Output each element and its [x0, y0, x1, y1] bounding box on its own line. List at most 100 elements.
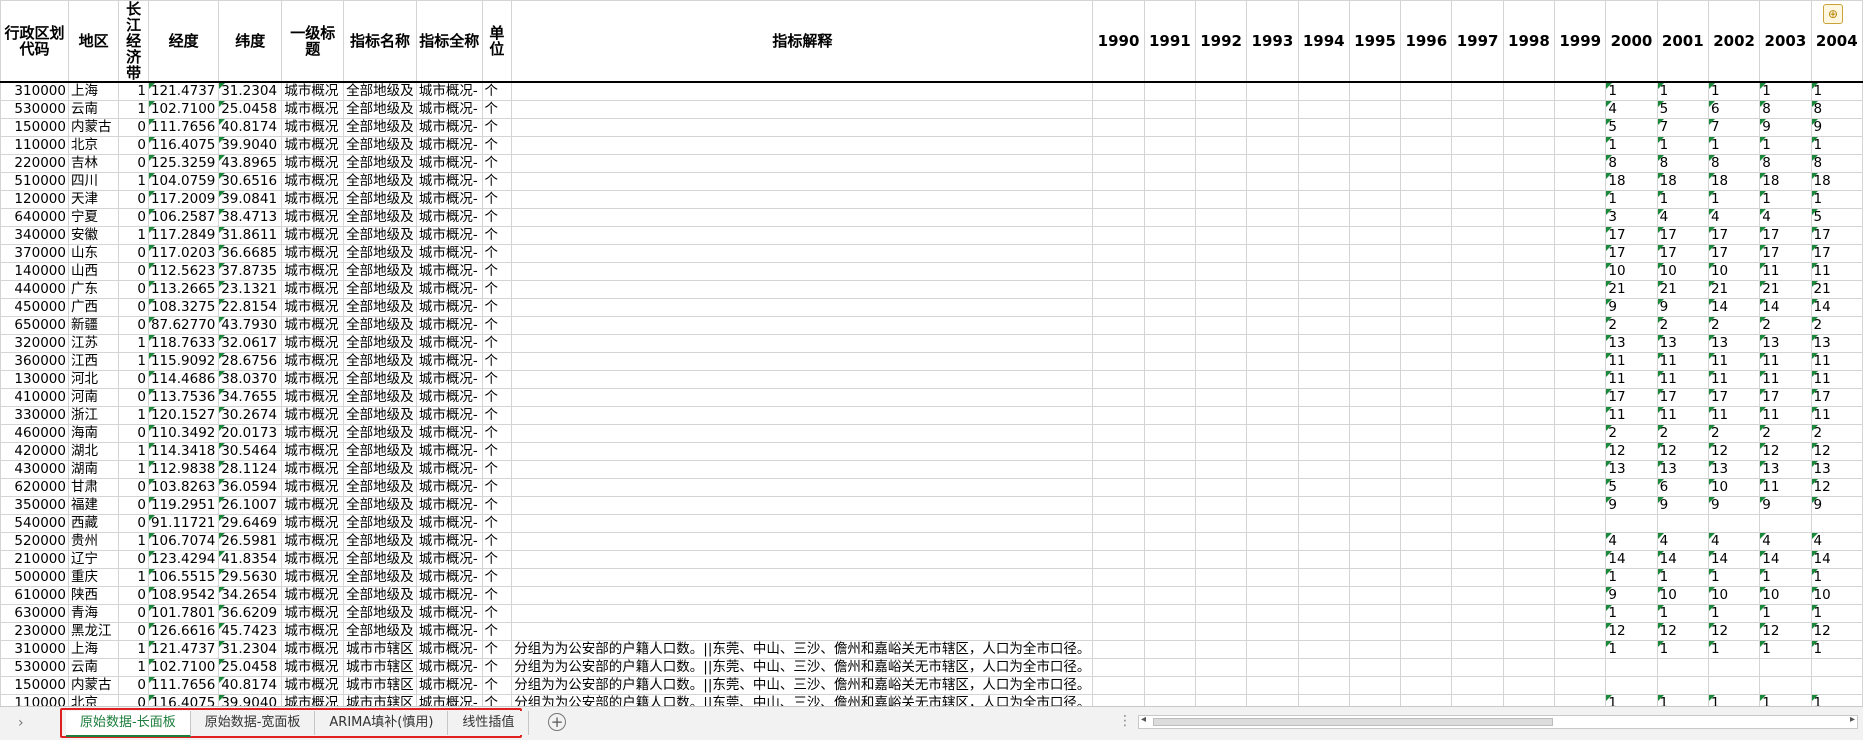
cell-lng[interactable]: 91.11721: [147, 514, 220, 533]
cell-lat[interactable]: 38.0370: [218, 370, 283, 389]
column-header[interactable]: 1992: [1194, 0, 1248, 83]
cell-lat[interactable]: 41.8354: [218, 550, 283, 569]
cell-region[interactable]: 辽宁: [67, 550, 120, 569]
cell-region[interactable]: 重庆: [67, 568, 120, 587]
cell-year-value[interactable]: 12: [1656, 442, 1709, 461]
cell-unit[interactable]: 个: [481, 136, 513, 155]
cell-year-empty[interactable]: [1348, 532, 1402, 551]
cell-year-empty[interactable]: [1194, 460, 1248, 479]
cell-year-empty[interactable]: [1348, 568, 1402, 587]
cell-year-value[interactable]: 12: [1707, 622, 1761, 641]
cell-year-value[interactable]: 14: [1810, 298, 1863, 317]
cell-name[interactable]: 城市市辖区: [343, 694, 417, 706]
sheet-tab[interactable]: 原始数据-长面板: [66, 711, 191, 737]
cell-year-value[interactable]: 12: [1810, 622, 1863, 641]
cell-year-value[interactable]: 1: [1707, 81, 1761, 101]
cell-year-empty[interactable]: [1092, 190, 1145, 209]
cell-code[interactable]: 360000: [0, 352, 69, 371]
cell-yz[interactable]: 1: [118, 532, 149, 551]
cell-lat[interactable]: 38.4713: [218, 208, 283, 227]
cell-year-value[interactable]: 9: [1759, 496, 1812, 515]
cell-name[interactable]: 全部地级及: [343, 406, 417, 425]
scroll-left-icon[interactable]: ◂: [1141, 714, 1146, 725]
cell-year-empty[interactable]: [1502, 81, 1556, 101]
cell-year-empty[interactable]: [1400, 190, 1453, 209]
cell-year-value[interactable]: 9: [1707, 496, 1761, 515]
cell-name[interactable]: 全部地级及: [343, 478, 417, 497]
cell-year-value[interactable]: 14: [1605, 550, 1658, 569]
cell-year-value[interactable]: 1: [1656, 568, 1709, 587]
cell-lng[interactable]: 114.4686: [147, 370, 220, 389]
tab-scroll-left-icon[interactable]: ›: [18, 715, 32, 731]
cell-year-empty[interactable]: [1246, 568, 1299, 587]
cell-title[interactable]: 城市概况: [281, 622, 345, 641]
cell-lat[interactable]: 30.5464: [218, 442, 283, 461]
cell-code[interactable]: 110000: [0, 136, 69, 155]
cell-year-empty[interactable]: [1297, 460, 1350, 479]
cell-year-empty[interactable]: [1246, 172, 1299, 191]
cell-year-empty[interactable]: [1092, 262, 1145, 281]
cell-lat[interactable]: 40.8174: [218, 118, 283, 137]
cell-year-value[interactable]: 1: [1707, 640, 1761, 659]
cell-year-empty[interactable]: [1297, 226, 1350, 245]
cell-year-empty[interactable]: [1194, 478, 1248, 497]
cell-year-empty[interactable]: [1348, 172, 1402, 191]
cell-year-value[interactable]: 13: [1656, 460, 1709, 479]
cell-desc[interactable]: [511, 208, 1094, 227]
cell-year-empty[interactable]: [1348, 604, 1402, 623]
cell-region[interactable]: 江苏: [67, 334, 120, 353]
cell-year-empty[interactable]: [1554, 154, 1607, 173]
cell-desc[interactable]: [511, 586, 1094, 605]
cell-year-empty[interactable]: [1194, 568, 1248, 587]
cell-year-empty[interactable]: [1092, 208, 1145, 227]
cell-desc[interactable]: [511, 100, 1094, 119]
cell-code[interactable]: 210000: [0, 550, 69, 569]
cell-year-value[interactable]: 1: [1656, 81, 1709, 101]
cell-unit[interactable]: 个: [481, 406, 513, 425]
cell-year-empty[interactable]: [1194, 352, 1248, 371]
cell-year-empty[interactable]: [1194, 136, 1248, 155]
cell-year-value[interactable]: 4: [1656, 208, 1709, 227]
cell-year-empty[interactable]: [1554, 118, 1607, 137]
cell-unit[interactable]: 个: [481, 100, 513, 119]
cell-year-value[interactable]: 2: [1759, 424, 1812, 443]
cell-name[interactable]: 城市市辖区: [343, 676, 417, 695]
cell-year-empty[interactable]: [1400, 262, 1453, 281]
cell-year-empty[interactable]: [1451, 514, 1504, 533]
cell-year-value[interactable]: [1656, 514, 1709, 533]
cell-year-value[interactable]: 11: [1656, 406, 1709, 425]
cell-title[interactable]: 城市概况: [281, 586, 345, 605]
cell-title[interactable]: 城市概况: [281, 136, 345, 155]
cell-code[interactable]: 110000: [0, 694, 69, 706]
cell-year-empty[interactable]: [1502, 514, 1556, 533]
cell-desc[interactable]: [511, 370, 1094, 389]
cell-lng[interactable]: 110.3492: [147, 424, 220, 443]
cell-year-value[interactable]: 10: [1707, 262, 1761, 281]
cell-year-empty[interactable]: [1400, 280, 1453, 299]
cell-name[interactable]: 全部地级及: [343, 622, 417, 641]
cell-region[interactable]: 北京: [67, 136, 120, 155]
cell-unit[interactable]: 个: [481, 190, 513, 209]
cell-region[interactable]: 西藏: [67, 514, 120, 533]
cell-title[interactable]: 城市概况: [281, 81, 345, 101]
cell-year-empty[interactable]: [1194, 514, 1248, 533]
cell-code[interactable]: 630000: [0, 604, 69, 623]
cell-year-empty[interactable]: [1348, 676, 1402, 695]
cell-year-empty[interactable]: [1194, 226, 1248, 245]
cell-year-empty[interactable]: [1451, 190, 1504, 209]
cell-desc[interactable]: [511, 190, 1094, 209]
cell-lng[interactable]: 118.7633: [147, 334, 220, 353]
cell-yz[interactable]: 0: [118, 478, 149, 497]
column-header[interactable]: 一级标题: [281, 0, 345, 83]
cell-code[interactable]: 520000: [0, 532, 69, 551]
cell-title[interactable]: 城市概况: [281, 190, 345, 209]
cell-code[interactable]: 430000: [0, 460, 69, 479]
cell-region[interactable]: 江西: [67, 352, 120, 371]
cell-year-empty[interactable]: [1554, 424, 1607, 443]
cell-year-empty[interactable]: [1451, 622, 1504, 641]
cell-lng[interactable]: 113.2665: [147, 280, 220, 299]
cell-year-value[interactable]: 9: [1810, 496, 1863, 515]
cell-unit[interactable]: 个: [481, 316, 513, 335]
cell-year-empty[interactable]: [1554, 532, 1607, 551]
cell-year-value[interactable]: [1707, 514, 1761, 533]
